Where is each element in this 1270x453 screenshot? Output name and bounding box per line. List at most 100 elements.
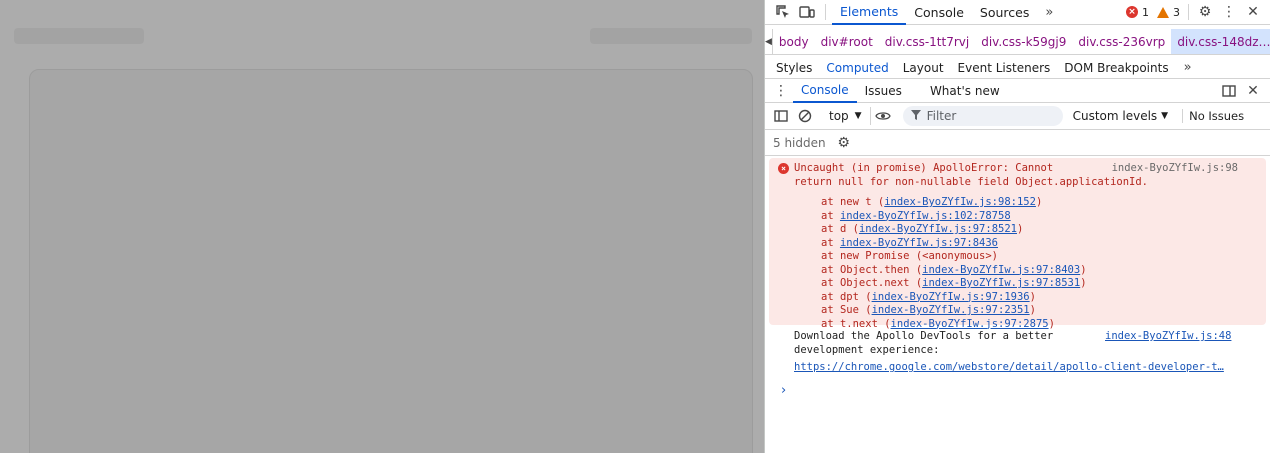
stack-frame-suffix: )	[1016, 223, 1024, 235]
stack-frame-link[interactable]: index-ByoZYfIw.js:102:78758	[840, 210, 1011, 222]
dock-side-icon[interactable]	[1217, 79, 1241, 103]
close-devtools-icon[interactable]: ✕	[1241, 0, 1265, 24]
drawer-tab-console[interactable]: Console	[793, 79, 857, 103]
log-levels-label: Custom levels	[1072, 109, 1158, 123]
console-toolbar: top ▼ Custom levels ▼ No Issues	[765, 103, 1270, 130]
chevron-down-icon: ▼	[854, 111, 862, 121]
elements-subtabs: Styles Computed Layout Event Listeners D…	[765, 57, 1270, 79]
drawer-menu-icon[interactable]: ⋮	[769, 79, 793, 103]
drawer-tabbar: ⋮ Console Issues What's new ✕	[765, 79, 1270, 103]
devtools-panel: Elements Console Sources » × 1 3 ⚙ ⋮ ✕ ◀…	[764, 0, 1270, 453]
tab-event-listeners[interactable]: Event Listeners	[951, 61, 1058, 75]
breadcrumb-item[interactable]: div.css-k59gj9	[975, 29, 1072, 54]
stack-frame-text: at Object.then (	[821, 263, 923, 276]
stack-frame: at Object.then (index-ByoZYfIw.js:97:840…	[821, 264, 1087, 278]
stack-frame-suffix: )	[1029, 304, 1036, 316]
skeleton-action	[590, 28, 752, 44]
log-line: Download the Apollo DevTools for a bette…	[794, 330, 1054, 342]
hidden-messages-row: 5 hidden ⚙	[765, 130, 1270, 156]
stack-frame-link[interactable]: index-ByoZYfIw.js:98:152	[884, 196, 1036, 208]
breadcrumb-scroll-left-icon[interactable]: ◀	[765, 29, 773, 54]
clear-console-icon[interactable]	[793, 104, 817, 128]
stack-frame-text: at Object.next (	[821, 277, 923, 289]
breadcrumb-item[interactable]: div.css-236vrp	[1072, 29, 1171, 54]
tab-computed[interactable]: Computed	[819, 61, 895, 75]
drawer-tab-whats-new[interactable]: What's new	[922, 79, 1008, 103]
stack-frame-link[interactable]: index-ByoZYfIw.js:97:8521	[859, 223, 1017, 235]
stack-frame-text: at new t (	[821, 196, 885, 208]
breadcrumb-item[interactable]: div#root	[815, 29, 879, 54]
context-selector[interactable]: top ▼	[821, 107, 871, 125]
stack-trace: at new t (index-ByoZYfIw.js:98:152) at in…	[821, 196, 1087, 331]
devtools-toolbar: Elements Console Sources » × 1 3 ⚙ ⋮ ✕	[765, 0, 1270, 25]
log-levels-dropdown[interactable]: Custom levels ▼	[1073, 109, 1169, 123]
error-count: 1	[1142, 5, 1149, 19]
tab-dom-breakpoints[interactable]: DOM Breakpoints	[1057, 61, 1175, 75]
stack-frame-link[interactable]: index-ByoZYfIw.js:97:8531	[922, 277, 1080, 289]
sidebar-toggle-icon[interactable]	[769, 104, 793, 128]
tab-sources[interactable]: Sources	[972, 0, 1037, 25]
device-toggle-icon[interactable]	[795, 0, 819, 24]
tab-elements[interactable]: Elements	[832, 0, 907, 25]
stack-frame-link[interactable]: index-ByoZYfIw.js:97:8436	[840, 237, 998, 249]
settings-gear-icon[interactable]: ⚙	[1193, 0, 1217, 24]
console-prompt-icon[interactable]: ›	[781, 383, 786, 398]
stack-frame-suffix: )	[1080, 277, 1087, 289]
issues-summary[interactable]: No Issues	[1182, 109, 1244, 123]
issue-counters[interactable]: × 1 3	[1126, 6, 1180, 19]
stack-frame: at new t (index-ByoZYfIw.js:98:152)	[821, 196, 1087, 210]
tab-layout[interactable]: Layout	[896, 61, 951, 75]
stack-frame: at index-ByoZYfIw.js:97:8436	[821, 237, 1087, 251]
log-text: Download the Apollo DevTools for a bette…	[794, 330, 1094, 357]
inspect-element-icon[interactable]	[771, 0, 795, 24]
stack-frame: at Sue (index-ByoZYfIw.js:97:2351)	[821, 304, 1087, 318]
apollo-devtools-link[interactable]: https://chrome.google.com/webstore/detai…	[794, 361, 1246, 375]
error-message-line: return null for non-nullable field Objec…	[794, 175, 1149, 188]
page-background	[0, 0, 764, 453]
stack-frame-text: at	[821, 209, 840, 222]
live-expression-eye-icon[interactable]	[871, 104, 895, 128]
stack-frame-text: at d (	[821, 223, 859, 235]
stack-frame-link[interactable]: index-ByoZYfIw.js:97:1936	[872, 291, 1030, 303]
toolbar-divider	[1188, 4, 1189, 20]
tab-styles[interactable]: Styles	[769, 61, 819, 75]
stack-frame-suffix: )	[1029, 290, 1036, 303]
stack-frame: at dpt (index-ByoZYfIw.js:97:1936)	[821, 291, 1087, 305]
error-icon: ×	[1126, 6, 1138, 18]
toolbar-divider	[825, 4, 826, 20]
breadcrumb-item[interactable]: div.css-1tt7rvj	[879, 29, 975, 54]
stack-frame-link[interactable]: index-ByoZYfIw.js:97:8403	[922, 264, 1080, 276]
stack-frame-text: at dpt (	[821, 290, 872, 303]
stack-frame: at Object.next (index-ByoZYfIw.js:97:853…	[821, 277, 1087, 291]
more-tabs-icon[interactable]: »	[1037, 0, 1061, 24]
console-log-message: Download the Apollo DevTools for a bette…	[769, 328, 1266, 378]
filter-input[interactable]	[926, 109, 1047, 123]
stack-frame-text: at Sue (	[821, 304, 872, 316]
stack-frame: at new Promise (<anonymous>)	[821, 250, 1087, 264]
filter-icon	[910, 109, 921, 123]
drawer-tab-issues[interactable]: Issues	[857, 79, 910, 103]
log-source-link[interactable]: index-ByoZYfIw.js:48	[1105, 330, 1231, 344]
stack-frame-suffix: )	[1080, 263, 1087, 276]
context-value: top	[829, 109, 849, 123]
stack-frame-link[interactable]: index-ByoZYfIw.js:97:2351	[872, 304, 1030, 316]
hidden-count: 5 hidden	[773, 135, 826, 150]
breadcrumb-item-selected[interactable]: div.css-148dz…	[1171, 29, 1270, 54]
console-settings-gear-icon[interactable]: ⚙	[832, 131, 856, 155]
warning-icon	[1157, 6, 1169, 18]
close-drawer-icon[interactable]: ✕	[1241, 79, 1265, 103]
stack-frame-suffix: )	[1035, 196, 1043, 208]
warning-count: 3	[1173, 5, 1180, 19]
stack-frame: at d (index-ByoZYfIw.js:97:8521)	[821, 223, 1087, 237]
error-icon: ×	[778, 163, 789, 174]
stack-frame: at index-ByoZYfIw.js:102:78758	[821, 210, 1087, 224]
breadcrumb-item[interactable]: body	[773, 29, 815, 54]
more-options-icon[interactable]: ⋮	[1217, 0, 1241, 24]
log-line: development experience:	[794, 343, 940, 356]
filter-box[interactable]	[902, 106, 1063, 126]
skeleton-title	[14, 28, 144, 44]
content-card	[29, 69, 753, 453]
error-source-link[interactable]: index-ByoZYfIw.js:98	[1112, 162, 1238, 176]
tab-console[interactable]: Console	[906, 0, 972, 25]
more-subtabs-icon[interactable]: »	[1176, 56, 1200, 80]
